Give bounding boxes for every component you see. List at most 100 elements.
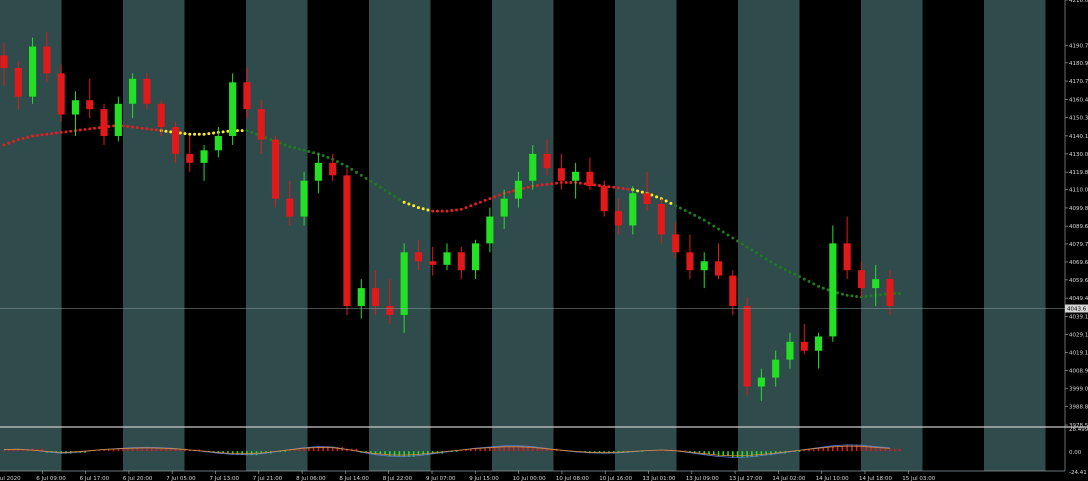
ma-dot bbox=[240, 129, 244, 133]
oscillator-bar bbox=[822, 447, 825, 452]
ma-dot bbox=[621, 186, 625, 190]
ma-dot bbox=[26, 135, 30, 139]
oscillator-bar bbox=[798, 451, 801, 452]
oscillator-bar bbox=[712, 451, 715, 455]
ma-dot bbox=[797, 275, 801, 279]
oscillator-bar bbox=[827, 447, 829, 452]
ma-dot bbox=[374, 182, 378, 186]
candle-body bbox=[514, 180, 523, 199]
price-chart[interactable]: 4216.0 4190.7 4180.9 4170.7 4160.4 4150.3 4140… bbox=[0, 0, 1088, 481]
candle-body bbox=[14, 68, 22, 97]
ma-dot bbox=[269, 138, 273, 142]
time-tick-label: 6 Jul 20:00 bbox=[123, 476, 153, 481]
candle-body bbox=[757, 377, 765, 387]
ma-dot bbox=[235, 129, 239, 133]
oscillator-bar bbox=[746, 451, 748, 457]
session-band bbox=[799, 0, 861, 471]
ma-dot bbox=[416, 206, 420, 210]
ma-dot bbox=[2, 143, 6, 147]
time-tick-label: 6 Jul 09:00 bbox=[36, 476, 66, 481]
ma-dot bbox=[21, 136, 25, 140]
ma-dot bbox=[883, 292, 887, 296]
current-price-label: 4043.6 bbox=[1067, 307, 1087, 313]
time-tick-label: 13 Jul 09:00 bbox=[686, 476, 719, 481]
oscillator-tick-label: 0.00 bbox=[1069, 450, 1082, 456]
ma-dot bbox=[712, 224, 716, 228]
ma-dot bbox=[302, 148, 306, 152]
oscillator-bar bbox=[7, 449, 10, 452]
ma-dot bbox=[474, 202, 478, 206]
candle-body bbox=[786, 341, 794, 360]
ma-dot bbox=[488, 197, 492, 201]
ma-dot bbox=[283, 143, 287, 147]
candle-body bbox=[543, 153, 551, 169]
ma-dot bbox=[650, 193, 654, 197]
ma-dot bbox=[212, 131, 216, 135]
ma-dot bbox=[131, 125, 135, 129]
price-tick-label: 4216.0 bbox=[1069, 0, 1088, 4]
oscillator-bar bbox=[846, 444, 848, 452]
candle-body bbox=[857, 270, 865, 289]
time-tick-label: 7 Jul 05:00 bbox=[166, 476, 196, 481]
oscillator-bar bbox=[751, 451, 753, 457]
candle-body bbox=[71, 100, 80, 115]
session-band bbox=[369, 0, 431, 471]
ma-dot bbox=[893, 291, 897, 295]
ma-dot bbox=[431, 209, 435, 213]
candle-body bbox=[700, 261, 708, 271]
ma-dot bbox=[426, 208, 430, 212]
oscillator-bar bbox=[308, 447, 310, 452]
candle-body bbox=[286, 198, 294, 217]
ma-dot bbox=[69, 129, 73, 133]
ma-dot bbox=[312, 151, 316, 155]
time-tick-label: 13 Jul 01:00 bbox=[643, 476, 676, 481]
price-tick-label: 4190.7 bbox=[1069, 43, 1088, 49]
ma-dot bbox=[88, 127, 92, 131]
candle-body bbox=[186, 153, 194, 163]
ma-dot bbox=[354, 170, 358, 174]
ma-dot bbox=[45, 132, 49, 136]
candle-body bbox=[457, 252, 465, 271]
price-tick-label: 4160.4 bbox=[1069, 97, 1088, 103]
ma-dot bbox=[683, 209, 687, 213]
ma-dot bbox=[183, 132, 187, 136]
candle-body bbox=[472, 243, 480, 271]
ma-dot bbox=[469, 204, 473, 208]
ma-dot bbox=[483, 198, 487, 202]
ma-dot bbox=[145, 127, 149, 131]
ma-dot bbox=[31, 134, 35, 138]
oscillator-bar bbox=[889, 448, 891, 452]
oscillator-bar bbox=[112, 449, 115, 452]
price-tick-label: 4079.7 bbox=[1069, 242, 1088, 248]
candle-body bbox=[271, 139, 280, 199]
candle-body bbox=[157, 103, 165, 128]
candle-body bbox=[657, 204, 665, 235]
ma-dot bbox=[578, 181, 582, 185]
ma-dot bbox=[855, 294, 859, 298]
ma-dot bbox=[121, 124, 125, 128]
session-band bbox=[123, 0, 185, 471]
ma-dot bbox=[717, 227, 721, 231]
ma-dot bbox=[412, 204, 416, 208]
price-tick-label: 4089.6 bbox=[1069, 224, 1088, 230]
ma-dot bbox=[512, 189, 516, 193]
oscillator-bar bbox=[389, 451, 391, 457]
price-tick-label: 4110.0 bbox=[1069, 188, 1088, 194]
oscillator-bar bbox=[698, 451, 701, 453]
ma-dot bbox=[193, 132, 197, 136]
ma-dot bbox=[669, 201, 673, 205]
ma-dot bbox=[550, 182, 554, 186]
ma-dot bbox=[16, 138, 20, 142]
ma-dot bbox=[83, 127, 87, 131]
ma-dot bbox=[693, 213, 697, 217]
ma-dot bbox=[569, 181, 573, 185]
time-tick-label: 8 Jul 14:00 bbox=[339, 476, 369, 481]
ma-dot bbox=[640, 190, 644, 194]
session-band bbox=[61, 0, 123, 471]
candle-body bbox=[86, 100, 94, 110]
ma-dot bbox=[845, 293, 849, 297]
ma-dot bbox=[774, 263, 778, 267]
ma-dot bbox=[740, 242, 744, 246]
ma-dot bbox=[731, 236, 735, 240]
ma-dot bbox=[169, 130, 173, 134]
